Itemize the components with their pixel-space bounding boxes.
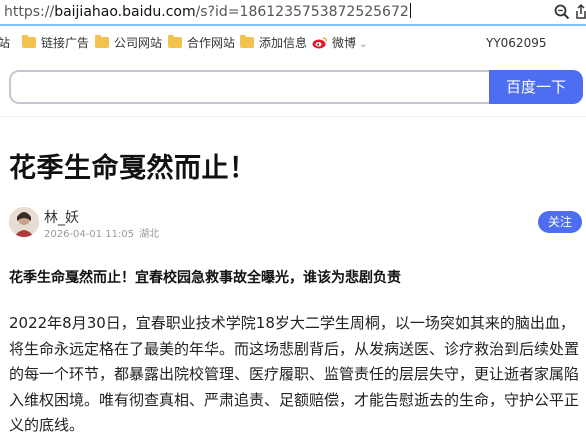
bookmark-item[interactable]: 微博 ⌄	[312, 35, 367, 51]
bookmark-item[interactable]: 链接广告	[22, 35, 89, 51]
url-host: baijiahao.baidu.com	[54, 4, 196, 20]
avatar[interactable]	[9, 207, 39, 237]
article-subheading: 花季生命戛然而止！宜春校园急救事故全曝光，谁该为悲剧负责	[9, 270, 401, 286]
bookmark-item[interactable]: 公司网站	[95, 35, 162, 51]
folder-icon	[95, 35, 109, 48]
bookmark-label: 添加信息	[259, 36, 308, 50]
url-prefix: https://	[4, 4, 55, 20]
bookmark-right-text: YY062095	[486, 36, 547, 50]
avatar-image	[9, 207, 39, 237]
share-icon[interactable]	[574, 3, 586, 21]
folder-icon	[22, 35, 36, 48]
url-path: /s?id=1861235753872525672	[195, 4, 409, 20]
follow-button[interactable]: 关注	[538, 211, 582, 233]
bookmark-label: 合作网站	[187, 36, 236, 50]
divider	[0, 116, 586, 117]
bookmark-label: 公司网站	[114, 36, 163, 50]
article-title: 花季生命戛然而止！	[9, 153, 257, 184]
zoom-icon[interactable]	[553, 3, 571, 21]
bookmarks-bar: 站 链接广告 公司网站 合作网站 添加信息 微博 ⌄ YY062095	[0, 27, 586, 59]
search-button[interactable]: 百度一下	[489, 70, 583, 104]
article-meta: 2026-04-01 11:05 湖北	[44, 225, 164, 240]
folder-icon	[240, 35, 254, 48]
article-paragraph: 2022年8月30日，宜春职业技术学院18岁大二学生周桐，以一场突如其来的脑出血…	[9, 314, 580, 434]
bookmark-item[interactable]: 合作网站	[168, 35, 235, 51]
publish-location: 湖北	[139, 229, 160, 240]
author-name[interactable]: 林_妖	[44, 207, 79, 227]
bookmark-item[interactable]: 站	[0, 35, 10, 51]
url-text[interactable]: https://baijiahao.baidu.com/s?id=1861235…	[4, 3, 411, 20]
search-bar: 百度一下	[9, 70, 583, 104]
folder-icon	[168, 35, 182, 48]
bookmark-label: 链接广告	[41, 36, 90, 50]
chevron-down-icon: ⌄	[359, 39, 368, 50]
search-input[interactable]	[9, 70, 489, 104]
bookmark-label: 站	[0, 36, 11, 50]
text-caret	[409, 3, 411, 18]
bookmark-label: 微博	[332, 36, 357, 50]
weibo-icon	[312, 37, 328, 49]
address-bar[interactable]: https://baijiahao.baidu.com/s?id=1861235…	[0, 0, 586, 26]
bookmark-item[interactable]: 添加信息	[240, 35, 307, 51]
publish-date: 2026-04-01 11:05	[44, 229, 135, 240]
